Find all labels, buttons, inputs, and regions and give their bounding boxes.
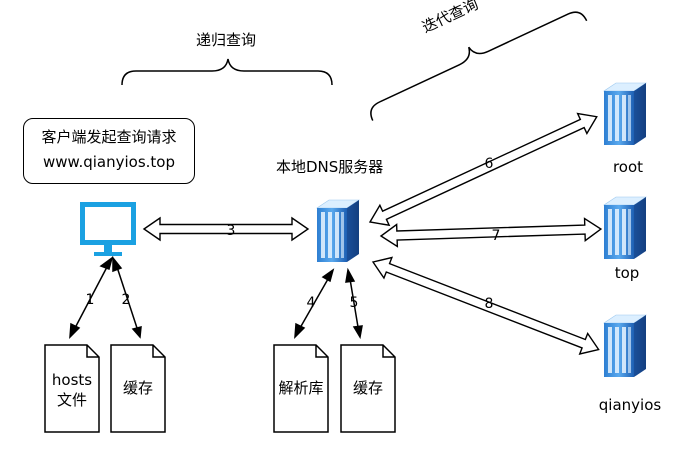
hosts-line-2: 文件 <box>56 391 88 409</box>
qianyios-server-icon <box>603 314 647 378</box>
step-1-label: 1 <box>85 292 95 308</box>
hosts-line-1: hosts <box>51 371 93 389</box>
step-7-label: 7 <box>491 228 501 244</box>
iterative-brace <box>370 11 588 121</box>
client-cache-label: 缓存 <box>122 379 154 397</box>
qianyios-label: qianyios <box>598 396 662 414</box>
client-monitor-icon <box>80 202 136 256</box>
root-label: root <box>612 158 644 176</box>
server-cache-label: 缓存 <box>352 379 384 397</box>
step-2-label: 2 <box>121 292 131 308</box>
top-label: top <box>614 264 640 282</box>
arrow-step-6 <box>368 112 598 227</box>
step-5-label: 5 <box>349 295 359 311</box>
local-dns-label: 本地DNS服务器 <box>276 158 384 176</box>
diagram-canvas <box>44 11 647 433</box>
note-line-2: www.qianyios.top <box>43 153 175 171</box>
hosts-file-label: hosts 文件 <box>52 370 92 410</box>
note-line-1: 客户端发起查询请求 <box>41 128 177 146</box>
local-dns-server-icon <box>316 199 360 263</box>
step-4-label: 4 <box>306 295 316 311</box>
step-6-label: 6 <box>484 156 494 172</box>
recursive-query-label: 递归查询 <box>195 31 257 49</box>
step-8-label: 8 <box>484 296 494 312</box>
root-server-icon <box>603 82 647 146</box>
recursive-brace <box>121 58 333 86</box>
client-request-note: 客户端发起查询请求 www.qianyios.top <box>23 118 195 184</box>
top-server-icon <box>603 196 647 260</box>
step-3-label: 3 <box>226 223 236 239</box>
resolver-db-label: 解析库 <box>278 379 324 397</box>
